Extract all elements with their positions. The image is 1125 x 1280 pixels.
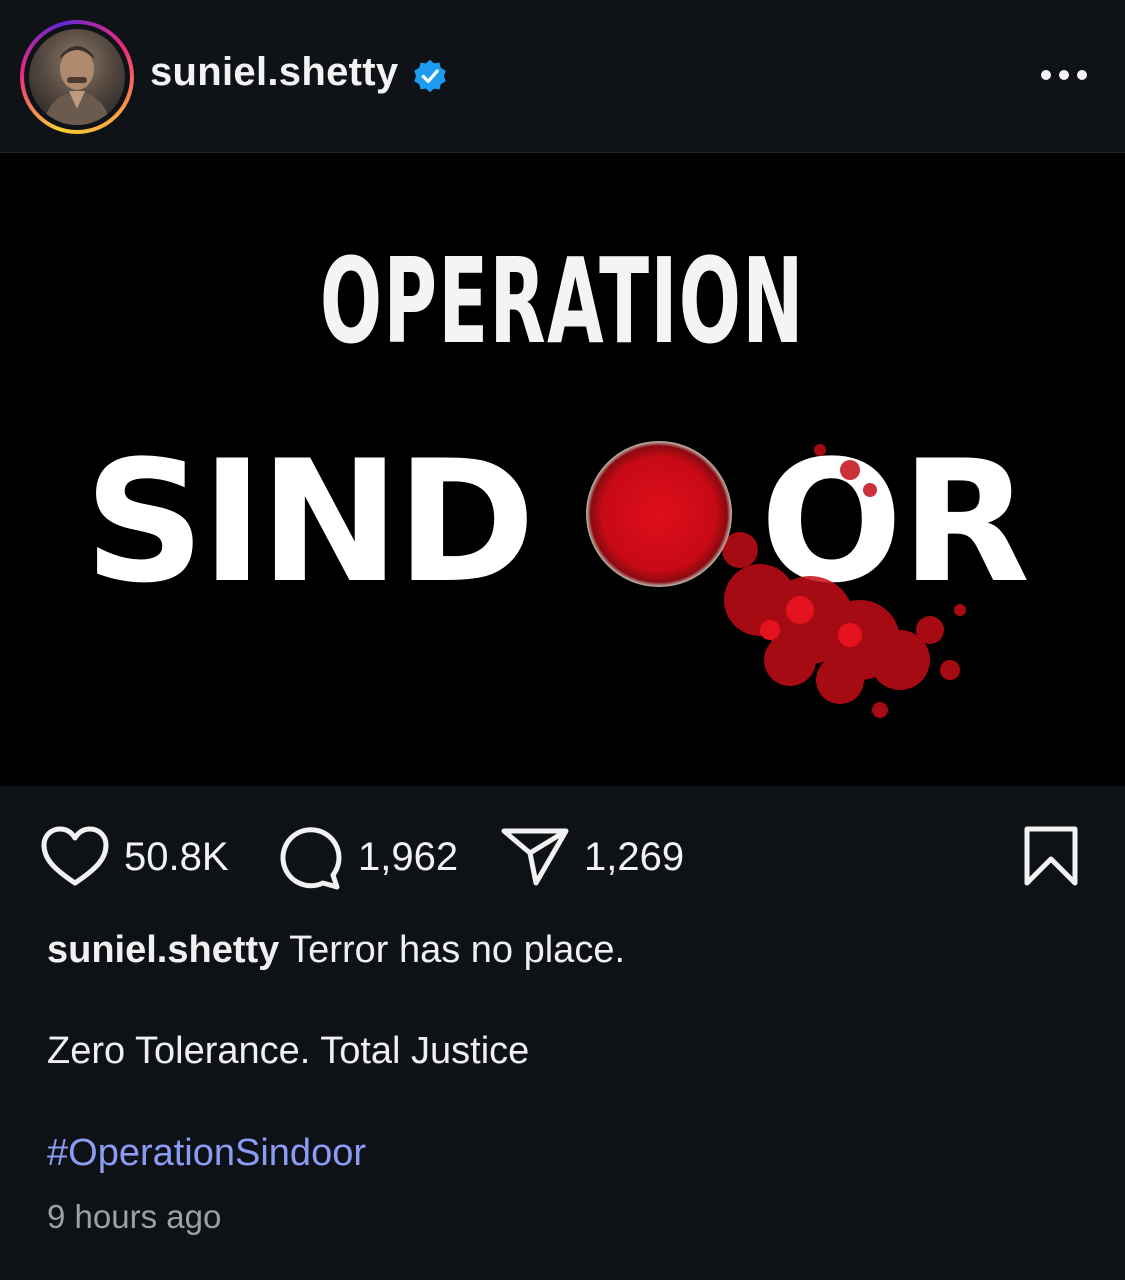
- post-actions: 50.8K 1,962 1,269: [0, 787, 1125, 927]
- more-options-icon[interactable]: [1034, 60, 1094, 90]
- avatar-portrait-icon: [43, 46, 111, 125]
- heart-icon[interactable]: [40, 825, 110, 887]
- image-title-sind: SIND: [84, 424, 536, 620]
- verified-badge-icon: [414, 59, 446, 93]
- avatar[interactable]: [29, 29, 125, 125]
- image-title-operation: OPERATION: [319, 232, 805, 370]
- caption-line-2: Zero Tolerance. Total Justice: [47, 1030, 530, 1072]
- post-timestamp: 9 hours ago: [47, 1198, 222, 1235]
- post-username[interactable]: suniel.shetty: [150, 50, 398, 95]
- like-count[interactable]: 50.8K: [124, 835, 229, 880]
- caption-username[interactable]: suniel.shetty: [47, 929, 279, 971]
- caption: suniel.shetty Terror has no place.: [47, 928, 1087, 972]
- share-icon[interactable]: [500, 825, 570, 887]
- sindoor-bowl-icon: [586, 441, 732, 587]
- caption-text: Terror has no place.: [289, 929, 626, 971]
- share-count[interactable]: 1,269: [584, 835, 684, 880]
- comment-icon[interactable]: [277, 825, 343, 891]
- post-header: suniel.shetty: [0, 0, 1125, 153]
- hashtag-link[interactable]: #OperationSindoor: [47, 1132, 366, 1175]
- comment-count[interactable]: 1,962: [358, 835, 458, 880]
- story-ring[interactable]: [20, 20, 134, 134]
- sindoor-powder-splash-icon: [722, 444, 966, 718]
- bookmark-icon[interactable]: [1022, 825, 1080, 887]
